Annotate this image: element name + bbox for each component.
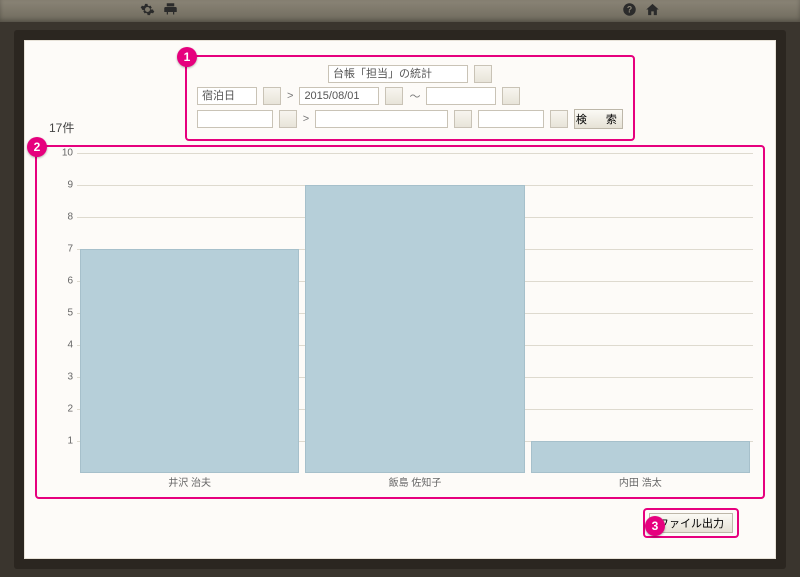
filter-panel: 台帳「担当」の統計 宿泊日 > 2015/08/01 〜 > bbox=[185, 55, 635, 141]
filter-field-b-picker[interactable] bbox=[454, 110, 472, 128]
bar-slot: 井沢 治夫 bbox=[77, 153, 302, 473]
app-toolbar: ? bbox=[0, 0, 800, 22]
date-from-picker[interactable] bbox=[385, 87, 403, 105]
search-button[interactable]: 検 索 bbox=[574, 109, 623, 129]
stats-title-picker[interactable] bbox=[474, 65, 492, 83]
date-to-field[interactable] bbox=[426, 87, 496, 105]
result-count: 17件 bbox=[49, 119, 74, 136]
filter-field-a-picker[interactable] bbox=[279, 110, 297, 128]
date-label-picker[interactable] bbox=[263, 87, 281, 105]
annotation-badge-3: 3 bbox=[645, 516, 665, 536]
date-from-field[interactable]: 2015/08/01 bbox=[299, 87, 379, 105]
filter-field-c[interactable] bbox=[478, 110, 545, 128]
help-icon[interactable]: ? bbox=[622, 2, 637, 20]
x-axis-label: 飯島 佐知子 bbox=[302, 474, 527, 489]
window-frame: 台帳「担当」の統計 宿泊日 > 2015/08/01 〜 > bbox=[14, 30, 786, 569]
bar bbox=[531, 441, 750, 473]
y-axis-label: 3 bbox=[59, 372, 73, 383]
y-axis-label: 1 bbox=[59, 436, 73, 447]
chart-panel: 1 2 3 4 5 6 7 8 9 10 井沢 治夫飯島 佐知子内田 浩太 bbox=[35, 145, 765, 499]
printer-icon[interactable] bbox=[163, 2, 178, 20]
annotation-badge-1: 1 bbox=[177, 47, 197, 67]
annotation-badge-2: 2 bbox=[27, 137, 47, 157]
x-axis-label: 井沢 治夫 bbox=[77, 474, 302, 489]
bars-container: 井沢 治夫飯島 佐知子内田 浩太 bbox=[77, 153, 753, 473]
y-axis-label: 4 bbox=[59, 340, 73, 351]
date-label-field: 宿泊日 bbox=[197, 87, 257, 105]
filter-field-c-picker[interactable] bbox=[550, 110, 568, 128]
date-to-picker[interactable] bbox=[502, 87, 520, 105]
gt-separator-1: > bbox=[287, 90, 293, 102]
tilde-separator: 〜 bbox=[409, 88, 420, 104]
gt-separator-2: > bbox=[303, 113, 309, 125]
y-axis-label: 10 bbox=[59, 148, 73, 159]
y-axis-label: 9 bbox=[59, 180, 73, 191]
stats-title-field: 台帳「担当」の統計 bbox=[328, 65, 468, 83]
bar-slot: 内田 浩太 bbox=[528, 153, 753, 473]
bar bbox=[80, 249, 299, 473]
filter-field-b[interactable] bbox=[315, 110, 448, 128]
y-axis-label: 2 bbox=[59, 404, 73, 415]
bar-chart: 12345678910井沢 治夫飯島 佐知子内田 浩太 bbox=[77, 153, 753, 473]
bar-slot: 飯島 佐知子 bbox=[302, 153, 527, 473]
y-axis-label: 5 bbox=[59, 308, 73, 319]
filter-field-a[interactable] bbox=[197, 110, 273, 128]
y-axis-label: 6 bbox=[59, 276, 73, 287]
bar bbox=[305, 185, 524, 473]
gear-icon[interactable] bbox=[140, 2, 155, 20]
y-axis-label: 7 bbox=[59, 244, 73, 255]
home-icon[interactable] bbox=[645, 2, 660, 20]
content-panel: 台帳「担当」の統計 宿泊日 > 2015/08/01 〜 > bbox=[24, 40, 776, 559]
y-axis-label: 8 bbox=[59, 212, 73, 223]
svg-text:?: ? bbox=[627, 5, 632, 15]
x-axis-label: 内田 浩太 bbox=[528, 474, 753, 489]
